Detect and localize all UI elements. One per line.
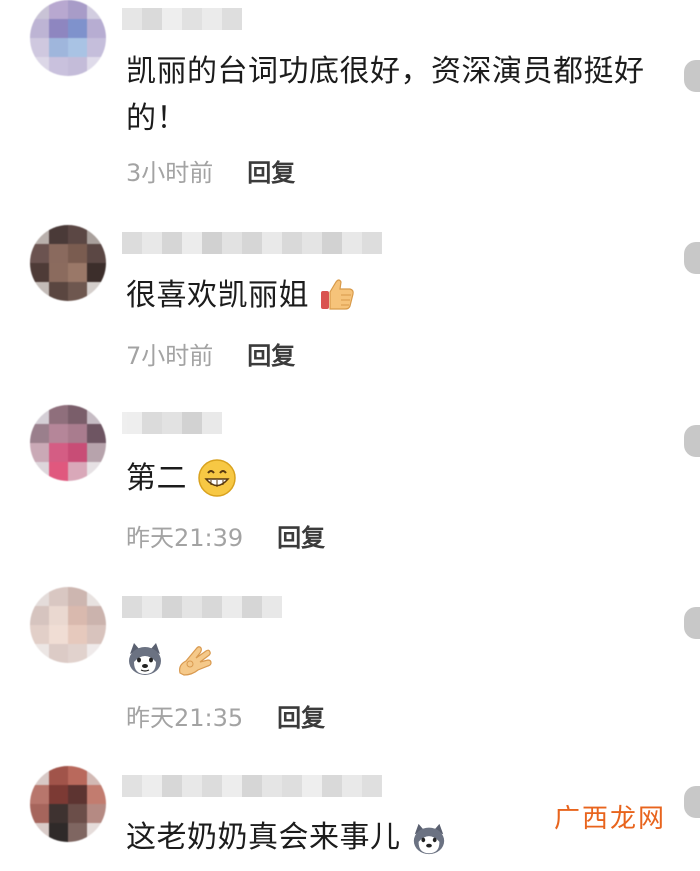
username-blurred[interactable] (122, 232, 382, 254)
comment-meta: 昨天21:35 回复 (126, 698, 325, 733)
like-icon[interactable] (684, 425, 700, 457)
like-icon[interactable] (684, 60, 700, 92)
ok-hand-icon (174, 639, 214, 679)
avatar[interactable] (30, 405, 106, 481)
username-blurred[interactable] (122, 412, 222, 434)
comment-text-content: 很喜欢凯丽姐 (126, 278, 309, 313)
comment-text: 第二 (126, 455, 646, 502)
avatar[interactable] (30, 0, 106, 76)
avatar[interactable] (30, 766, 106, 842)
comment-time: 昨天21:39 (126, 524, 244, 552)
grin-icon (197, 458, 237, 498)
comment-text (126, 634, 646, 681)
comment-time: 3小时前 (126, 159, 214, 187)
like-icon[interactable] (684, 242, 700, 274)
thumbs-up-icon (319, 276, 355, 312)
comment-text: 凯丽的台词功底很好，资深演员都挺好的！ (126, 54, 645, 136)
username-blurred[interactable] (122, 596, 282, 618)
avatar[interactable] (30, 587, 106, 663)
comment-text-content: 第二 (126, 461, 187, 496)
husky-dog-icon (126, 640, 164, 678)
comment-meta: 7小时前 回复 (126, 336, 295, 371)
avatar[interactable] (30, 225, 106, 301)
reply-button[interactable]: 回复 (277, 698, 325, 733)
husky-dog-icon (411, 821, 447, 857)
reply-button[interactable]: 回复 (277, 518, 325, 553)
comment-time: 7小时前 (126, 342, 214, 370)
username-blurred[interactable] (122, 8, 242, 30)
comment-time: 昨天21:35 (126, 704, 244, 732)
reply-button[interactable]: 回复 (247, 336, 295, 371)
comment-meta: 3小时前 回复 (126, 153, 295, 188)
like-icon[interactable] (684, 786, 700, 818)
reply-button[interactable]: 回复 (247, 153, 295, 188)
comment-text: 很喜欢凯丽姐 (126, 272, 646, 319)
site-watermark: 广西龙网 (553, 804, 666, 834)
like-icon[interactable] (684, 607, 700, 639)
comment-text-content: 这老奶奶真会来事儿 (126, 820, 401, 855)
comment-meta: 昨天21:39 回复 (126, 518, 325, 553)
username-blurred[interactable] (122, 775, 382, 797)
